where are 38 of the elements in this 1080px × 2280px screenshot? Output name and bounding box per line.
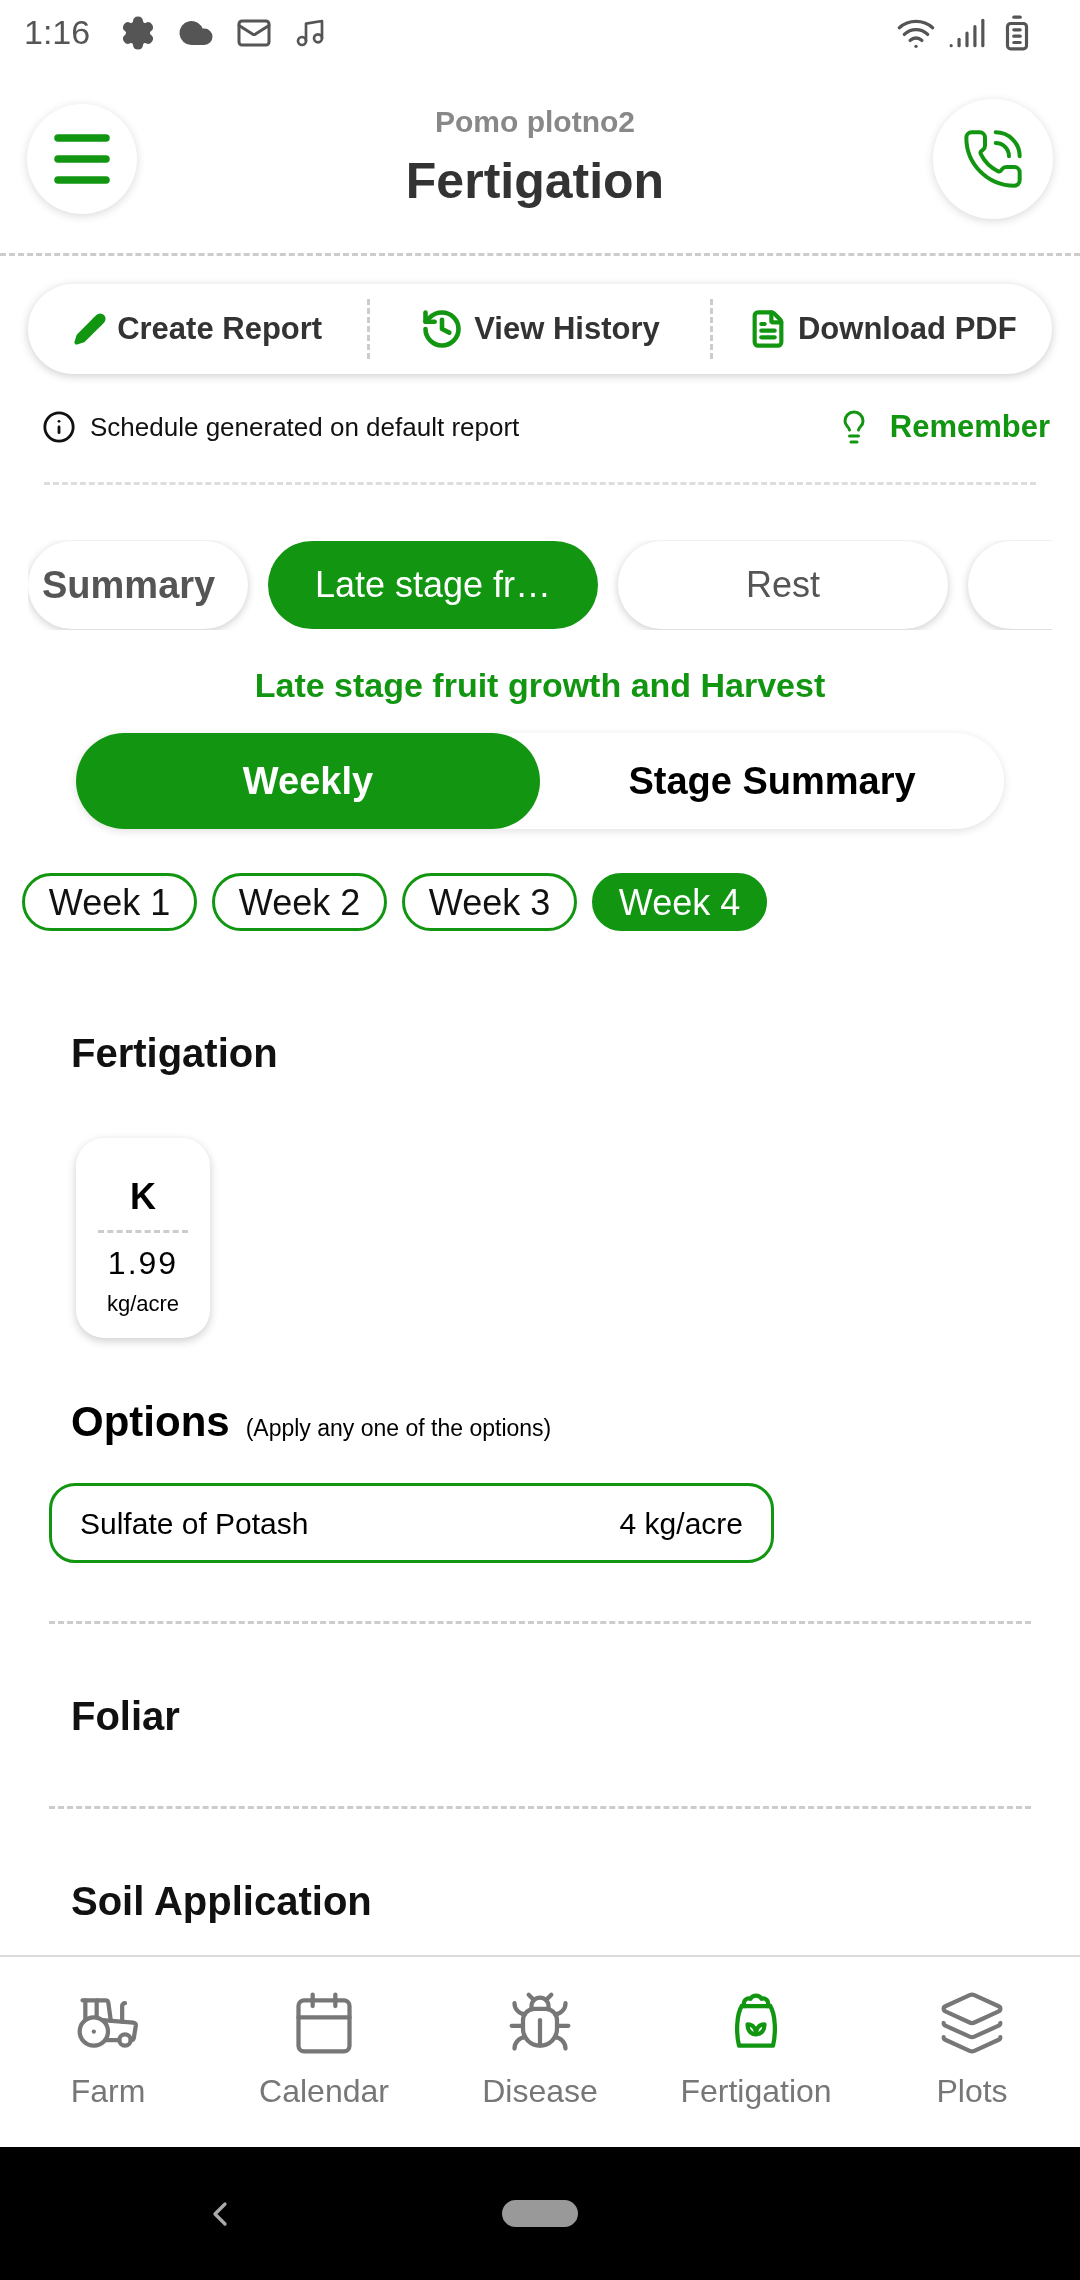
week-chip[interactable]: Week 1: [22, 873, 197, 931]
section-heading: Foliar: [71, 1693, 181, 1740]
phone-icon: [961, 127, 1025, 191]
stage-title: Late stage fruit growth and Harvest: [253, 665, 827, 706]
home-pill[interactable]: [502, 2200, 578, 2227]
view-toggle-option[interactable]: Weekly: [76, 733, 540, 829]
pencil-icon: [73, 312, 108, 346]
nutrient-amount: 1.99: [107, 1244, 179, 1283]
status-time: 1:16: [24, 12, 91, 53]
info-icon: [42, 410, 76, 444]
week-chip[interactable]: Week 2: [212, 873, 387, 931]
page-title: Fertigation: [405, 152, 665, 211]
options-heading: Options: [71, 1397, 230, 1447]
nav-tab[interactable]: Fertigation: [648, 1957, 864, 2147]
info-text: Schedule generated on default report: [90, 410, 520, 444]
nav-tab[interactable]: Plots: [864, 1957, 1080, 2147]
week-chip[interactable]: Week 4: [592, 873, 767, 931]
option-name: Sulfate of Potash: [80, 1505, 309, 1542]
action-button[interactable]: Download PDF: [712, 284, 1052, 374]
remember-link[interactable]: Remember: [835, 403, 1050, 451]
stage-tab[interactable]: Summary: [28, 541, 248, 629]
nutrient-unit: kg/acre: [106, 1290, 180, 1318]
section-heading: Fertigation: [71, 1030, 279, 1077]
nav-tab[interactable]: Farm: [0, 1957, 216, 2147]
view-toggle-option[interactable]: Stage Summary: [540, 733, 1004, 829]
stage-tab[interactable]: Late stage fr…: [268, 541, 598, 629]
farm-name: Pomo plotno2: [435, 104, 635, 140]
nav-tab[interactable]: Calendar: [216, 1957, 432, 2147]
week-chip[interactable]: Week 3: [402, 873, 577, 931]
action-button[interactable]: Create Report: [28, 284, 368, 374]
menu-button[interactable]: [27, 104, 137, 214]
stage-tab[interactable]: Rest: [618, 541, 948, 629]
section-heading: Soil Application: [71, 1878, 373, 1925]
options-note: (Apply any one of the options): [245, 1414, 552, 1443]
option-amount: 4 kg/acre: [619, 1505, 743, 1542]
action-button[interactable]: View History: [370, 284, 710, 374]
nutrient-symbol: K: [130, 1175, 156, 1219]
nav-tab[interactable]: Disease: [432, 1957, 648, 2147]
